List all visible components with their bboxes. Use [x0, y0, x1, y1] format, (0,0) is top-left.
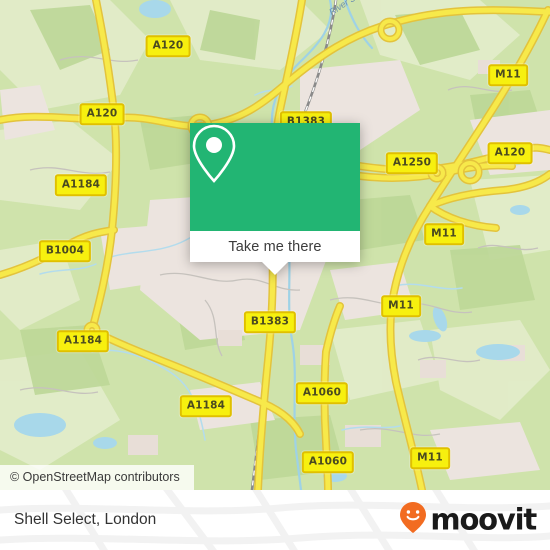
road-shield: M11: [410, 447, 450, 469]
road-shield: A1250: [385, 152, 439, 174]
place-title: Shell Select, London: [14, 511, 157, 528]
road-shield: A120: [487, 142, 533, 164]
road-shield: B1383: [243, 311, 297, 333]
moovit-pin-icon: [398, 501, 428, 540]
openstreetmap-attribution[interactable]: © OpenStreetMap contributors: [0, 465, 194, 490]
road-shield: B1004: [38, 240, 92, 262]
road-shield: M11: [381, 295, 421, 317]
popup-icon-panel: [190, 123, 360, 231]
moovit-map-page: River St A120 A120 A1184 B1004 A1184 A11…: [0, 0, 550, 550]
road-shield: A1184: [179, 395, 233, 417]
road-shield: M11: [424, 223, 464, 245]
popup-pointer-tail: [262, 262, 288, 275]
moovit-logo[interactable]: moovit: [398, 501, 537, 540]
road-shield: A1184: [54, 174, 108, 196]
moovit-wordmark: moovit: [430, 502, 537, 537]
take-me-there-label: Take me there: [228, 238, 322, 255]
road-shield: A1060: [301, 451, 355, 473]
page-footer: Shell Select, London moovit: [0, 490, 550, 550]
road-shield: A1184: [56, 330, 110, 352]
road-shield: A120: [79, 103, 125, 125]
map-canvas[interactable]: River St A120 A120 A1184 B1004 A1184 A11…: [0, 0, 550, 490]
road-shield: A1060: [295, 382, 349, 404]
road-shield: M11: [488, 64, 528, 86]
take-me-there-button[interactable]: Take me there: [190, 231, 360, 262]
location-popup-card[interactable]: Take me there: [190, 123, 360, 275]
road-shield: A120: [145, 35, 191, 57]
